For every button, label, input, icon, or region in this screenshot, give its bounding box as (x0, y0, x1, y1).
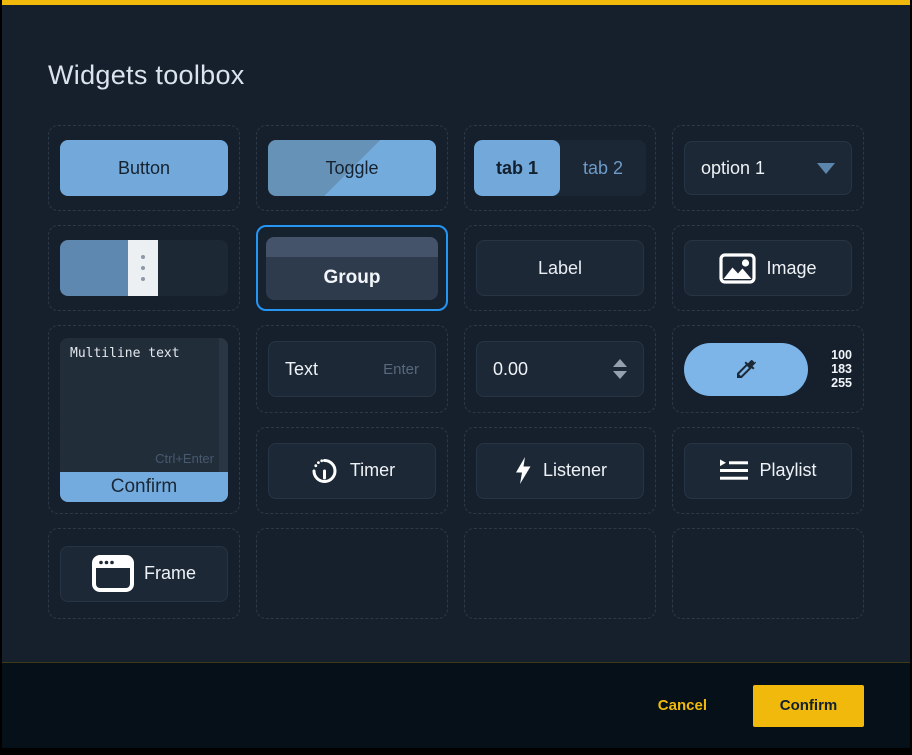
widget-tile-multiline[interactable]: Multiline text Ctrl+Enter Confirm (48, 325, 240, 514)
frame-label: Frame (144, 563, 196, 584)
image-label: Image (766, 258, 816, 279)
widget-tile-slider[interactable] (48, 225, 240, 311)
dropdown-value: option 1 (701, 158, 765, 179)
listener-preview: Listener (476, 443, 644, 499)
number-stepper (613, 359, 627, 379)
number-input-preview: 0.00 (476, 341, 644, 397)
drag-handle-dots-icon (141, 255, 145, 259)
widget-tile-number-input[interactable]: 0.00 (464, 325, 656, 413)
widget-tile-tabs[interactable]: tab 1 tab 2 (464, 125, 656, 211)
lightning-icon (513, 456, 533, 485)
widget-tile-button[interactable]: Button (48, 125, 240, 211)
confirm-button[interactable]: Confirm (753, 685, 864, 727)
playlist-label: Playlist (759, 460, 816, 481)
widget-tile-dropdown[interactable]: option 1 (672, 125, 864, 211)
stepper-down-icon (613, 371, 627, 379)
multiline-textarea: Multiline text Ctrl+Enter (60, 338, 228, 472)
color-picker-preview: 100 183 255 (684, 343, 852, 396)
group-header-strip (266, 237, 438, 257)
number-input-value: 0.00 (493, 359, 528, 380)
multiline-preview: Multiline text Ctrl+Enter Confirm (60, 338, 228, 502)
group-label: Group (266, 257, 438, 300)
cancel-button[interactable]: Cancel (658, 697, 707, 714)
stepper-up-icon (613, 359, 627, 367)
chevron-down-icon (817, 163, 835, 174)
slider-track (158, 240, 228, 296)
dialog-body: Widgets toolbox Button Toggle tab 1 tab … (2, 5, 910, 662)
playlist-preview: Playlist (684, 443, 852, 499)
timer-label: Timer (350, 460, 395, 481)
timer-icon (309, 455, 340, 486)
widgets-toolbox-dialog: Widgets toolbox Button Toggle tab 1 tab … (0, 0, 912, 755)
group-preview: Group (266, 237, 438, 300)
slider-handle (128, 240, 158, 296)
widget-tile-frame[interactable]: Frame (48, 528, 240, 619)
color-swatch (684, 343, 808, 396)
image-preview: Image (684, 240, 852, 296)
slider-fill (60, 240, 128, 296)
timer-preview: Timer (268, 443, 436, 499)
widget-tile-text-input[interactable]: Text Enter (256, 325, 448, 413)
label-preview: Label (476, 240, 644, 296)
rgb-values: 100 183 255 (831, 348, 852, 390)
toggle-preview: Toggle (268, 140, 436, 196)
scrollbar (219, 338, 228, 472)
dropdown-preview: option 1 (684, 141, 852, 195)
widget-tile-playlist[interactable]: Playlist (672, 427, 864, 514)
empty-slot (464, 528, 656, 619)
page-title: Widgets toolbox (48, 60, 245, 91)
frame-preview: Frame (60, 546, 228, 602)
widget-tile-toggle[interactable]: Toggle (256, 125, 448, 211)
widget-tile-color-picker[interactable]: 100 183 255 (672, 325, 864, 413)
shortcut-hint: Ctrl+Enter (155, 451, 214, 466)
rgb-g: 183 (831, 362, 852, 376)
rgb-r: 100 (831, 348, 852, 362)
tabs-preview: tab 1 tab 2 (474, 140, 646, 196)
multiline-confirm-bar: Confirm (60, 472, 228, 502)
multiline-text: Multiline text (70, 346, 180, 361)
widget-tile-group[interactable]: Group (256, 225, 448, 311)
tab-2: tab 2 (560, 140, 646, 196)
text-input-value: Text (285, 359, 318, 380)
frame-icon (92, 555, 134, 592)
text-input-preview: Text Enter (268, 341, 436, 397)
widget-tile-label[interactable]: Label (464, 225, 656, 311)
widget-tile-timer[interactable]: Timer (256, 427, 448, 514)
tab-1: tab 1 (474, 140, 560, 196)
empty-slot (672, 528, 864, 619)
listener-label: Listener (543, 460, 607, 481)
button-preview: Button (60, 140, 228, 196)
widget-tile-image[interactable]: Image (672, 225, 864, 311)
image-icon (719, 253, 756, 284)
rgb-b: 255 (831, 376, 852, 390)
playlist-icon (719, 459, 749, 482)
eyedropper-icon (734, 357, 758, 381)
dialog-footer: Cancel Confirm (2, 662, 910, 748)
widget-grid: Button Toggle tab 1 tab 2 option 1 (48, 125, 864, 619)
widget-tile-listener[interactable]: Listener (464, 427, 656, 514)
empty-slot (256, 528, 448, 619)
slider-preview (60, 240, 228, 296)
text-input-placeholder: Enter (383, 361, 419, 378)
